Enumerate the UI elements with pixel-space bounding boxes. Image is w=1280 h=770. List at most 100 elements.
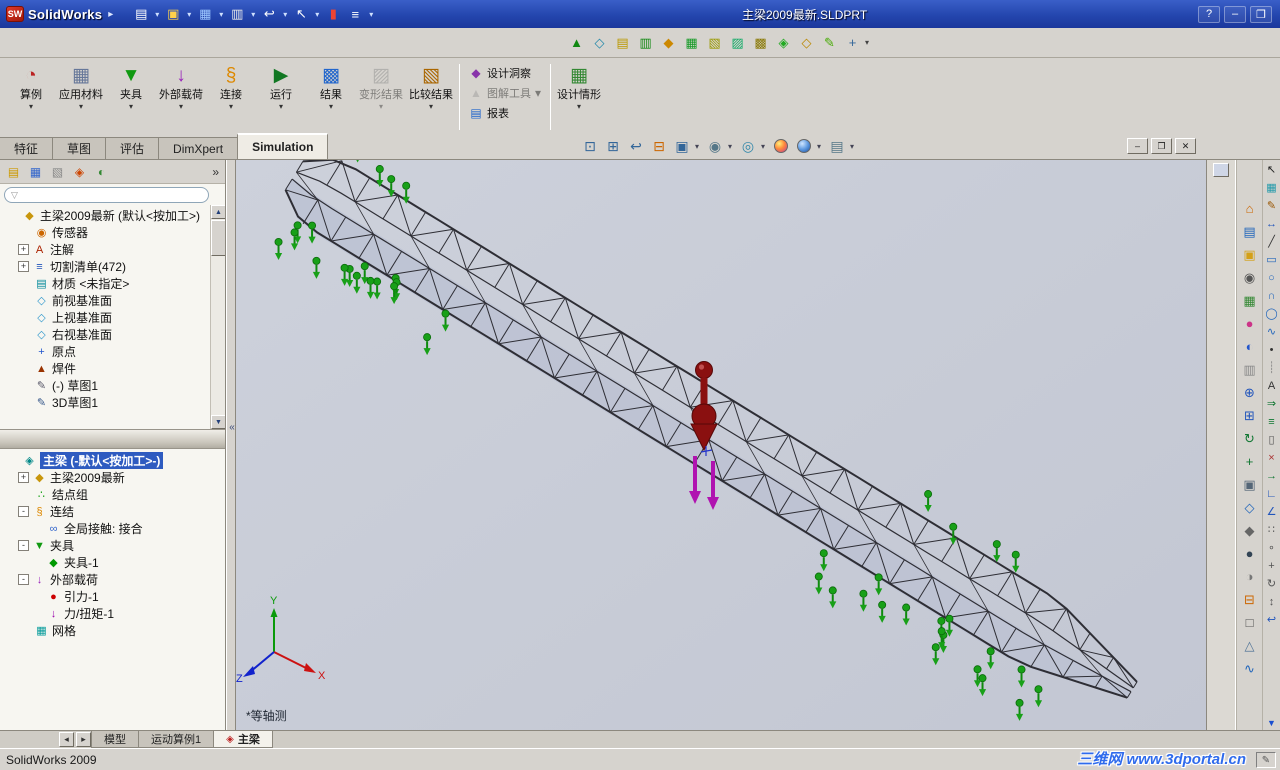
design-library-icon[interactable]: ▤ xyxy=(1241,223,1259,240)
gusset-icon[interactable]: ◆ xyxy=(658,32,679,53)
tab-study-main-beam[interactable]: ◈ 主梁 xyxy=(213,731,273,748)
offset-entities-icon[interactable]: ≡ xyxy=(1264,414,1279,429)
feature-tree-scrollbar[interactable]: ▲ ▼ xyxy=(210,205,225,429)
circle-icon[interactable]: ○ xyxy=(1264,270,1279,285)
rotate-entities-icon[interactable]: ↻ xyxy=(1264,576,1279,591)
feature-tree-item[interactable]: ✎ 3D草图1 xyxy=(2,394,208,411)
mirror-entities-icon[interactable]: ▯ xyxy=(1264,432,1279,447)
dropdown-arrow-icon[interactable]: ▾ xyxy=(429,102,433,111)
apply-scene-icon[interactable] xyxy=(794,136,814,156)
extruded-cut-icon[interactable]: ▩ xyxy=(750,32,771,53)
feature-tree-item[interactable]: + ≡ 切割清单(472) xyxy=(2,258,208,275)
dropdown-arrow-icon[interactable]: ▾ xyxy=(728,142,735,151)
feature-manager-tab-icon[interactable]: ▤ xyxy=(4,163,23,181)
customize-icon[interactable]: + xyxy=(842,32,863,53)
feature-tree-item[interactable]: ▤ 材质 <未指定> xyxy=(2,275,208,292)
study-tree-item[interactable]: + ◆ 主梁2009最新 xyxy=(2,469,223,486)
scale-entities-icon[interactable]: ↕ xyxy=(1264,594,1279,609)
feature-tree-item[interactable]: ▲ 焊件 xyxy=(2,360,208,377)
sketch-fillet-icon[interactable]: ∟ xyxy=(1264,486,1279,501)
ribbon-button-external-loads[interactable]: ↓ 外部载荷 ▾ xyxy=(157,61,205,133)
study-tree-item[interactable]: ↓ 力/扭矩-1 xyxy=(2,605,223,622)
standard-views-icon[interactable]: ▣ xyxy=(1241,476,1259,493)
feature-tree-filter-input[interactable]: ▽ xyxy=(4,187,209,203)
save-icon[interactable]: ▦ xyxy=(195,4,215,24)
view-orientation-icon[interactable]: ▣ xyxy=(672,136,692,156)
study-tree-item[interactable]: ◈ 主梁 (-默认<按加工>-) xyxy=(2,452,223,469)
spline-icon[interactable]: ∿ xyxy=(1264,324,1279,339)
ribbon-button-fixtures[interactable]: ▼ 夹具 ▾ xyxy=(107,61,155,133)
zoom-area-icon[interactable]: ⊞ xyxy=(1241,407,1259,424)
undo-icon[interactable]: ↩ xyxy=(259,4,279,24)
dimxpert-manager-tab-icon[interactable]: ◈ xyxy=(70,163,89,181)
dropdown-arrow-icon[interactable]: ▾ xyxy=(29,102,33,111)
doc-minimize-button[interactable]: – xyxy=(1127,138,1148,154)
circular-pattern-icon[interactable]: ∘ xyxy=(1264,540,1279,555)
ribbon-button-apply-material[interactable]: ▦ 应用材料 ▾ xyxy=(57,61,105,133)
help-button[interactable]: ? xyxy=(1198,5,1220,23)
dropdown-arrow-icon[interactable]: ▾ xyxy=(79,102,83,111)
scroll-down-icon[interactable]: ▼ xyxy=(211,415,225,429)
display-manager-tab-icon[interactable]: ◐ xyxy=(92,163,111,181)
curvature-icon[interactable]: ∿ xyxy=(1241,660,1259,677)
feature-tree-item[interactable]: + 原点 xyxy=(2,343,208,360)
dropdown-arrow-icon[interactable]: ▾ xyxy=(329,102,333,111)
reference-plane-icon[interactable]: ◇ xyxy=(589,32,610,53)
view-palette-icon[interactable]: ▦ xyxy=(1241,292,1259,309)
section-view-icon[interactable]: ⊟ xyxy=(649,136,669,156)
rotate-view-icon[interactable]: ↻ xyxy=(1241,430,1259,447)
ribbon-button-design-scenario[interactable]: ▦ 设计情形 ▾ xyxy=(555,61,603,133)
dropdown-arrow-icon[interactable]: ▾ xyxy=(217,10,225,19)
study-tree-item[interactable]: ∞ 全局接触: 接合 xyxy=(2,520,223,537)
select-arrow-icon[interactable]: ↖ xyxy=(291,4,311,24)
print-icon[interactable]: ▥ xyxy=(227,4,247,24)
3d-drawing-view-icon[interactable]: ▲ xyxy=(566,32,587,53)
dropdown-arrow-icon[interactable]: ▾ xyxy=(535,86,541,100)
fillet-icon[interactable]: ◈ xyxy=(773,32,794,53)
scene-icon[interactable]: ◐ xyxy=(1241,338,1259,355)
hide-show-items-icon[interactable]: ◎ xyxy=(738,136,758,156)
centerline-icon[interactable]: ┊ xyxy=(1264,360,1279,375)
point-icon[interactable]: • xyxy=(1264,342,1279,357)
dropdown-arrow-icon[interactable]: ▾ xyxy=(850,142,857,151)
tree-expand-toggle[interactable]: + xyxy=(18,472,29,483)
tab-simulation[interactable]: Simulation xyxy=(237,133,329,159)
shadows-icon[interactable]: ◑ xyxy=(1241,568,1259,585)
study-tree-item[interactable]: ∴ 结点组 xyxy=(2,486,223,503)
open-document-icon[interactable]: ▣ xyxy=(163,4,183,24)
ellipse-icon[interactable]: ◯ xyxy=(1264,306,1279,321)
ribbon-button-connections[interactable]: § 连接 ▾ xyxy=(207,61,255,133)
doc-close-button[interactable]: ✕ xyxy=(1175,138,1196,154)
feature-tree-item[interactable]: ◇ 右视基准面 xyxy=(2,326,208,343)
dropdown-arrow-icon[interactable]: ▾ xyxy=(279,102,283,111)
study-tree-item[interactable]: - ↓ 外部载荷 xyxy=(2,571,223,588)
panel-overflow-chevron-icon[interactable]: » xyxy=(212,165,221,179)
tree-expand-toggle[interactable]: + xyxy=(18,244,29,255)
dropdown-arrow-icon[interactable]: ▾ xyxy=(577,102,581,111)
smart-dimension-icon[interactable]: ↔ xyxy=(1264,216,1279,231)
section-view-icon[interactable]: ⊟ xyxy=(1241,591,1259,608)
end-cap-icon[interactable]: ▦ xyxy=(681,32,702,53)
feature-tree-item[interactable]: ◇ 前视基准面 xyxy=(2,292,208,309)
dropdown-arrow-icon[interactable]: ▾ xyxy=(761,142,768,151)
dropdown-arrow-icon[interactable]: ▾ xyxy=(153,10,161,19)
sketch-icon[interactable]: ✎ xyxy=(819,32,840,53)
tab-scroll-left-icon[interactable]: ◂ xyxy=(59,732,74,747)
zoom-to-area-icon[interactable]: ⊞ xyxy=(603,136,623,156)
task-pane-toggle-button[interactable] xyxy=(1213,163,1229,177)
ribbon-button-deformed-result[interactable]: ▨ 变形结果 ▾ xyxy=(357,61,405,133)
new-document-icon[interactable]: ▤ xyxy=(131,4,151,24)
minimize-window-button[interactable]: – xyxy=(1224,5,1246,23)
dropdown-arrow-icon[interactable]: ▾ xyxy=(865,38,873,47)
tab-sketch[interactable]: 草图 xyxy=(52,137,107,159)
text-icon[interactable]: A xyxy=(1264,378,1279,393)
dropdown-arrow-icon[interactable]: ▾ xyxy=(817,142,824,151)
graphics-area[interactable]: Y X Z xyxy=(236,160,1206,730)
scroll-up-icon[interactable]: ▲ xyxy=(211,205,225,219)
solidworks-resources-icon[interactable]: ⌂ xyxy=(1241,200,1259,217)
undo-icon[interactable]: ↩ xyxy=(1264,612,1279,627)
arc-icon[interactable]: ∩ xyxy=(1264,288,1279,303)
dropdown-arrow-icon[interactable]: ▾ xyxy=(281,10,289,19)
dropdown-arrow-icon[interactable]: ▾ xyxy=(249,10,257,19)
tree-expand-toggle[interactable]: - xyxy=(18,506,29,517)
